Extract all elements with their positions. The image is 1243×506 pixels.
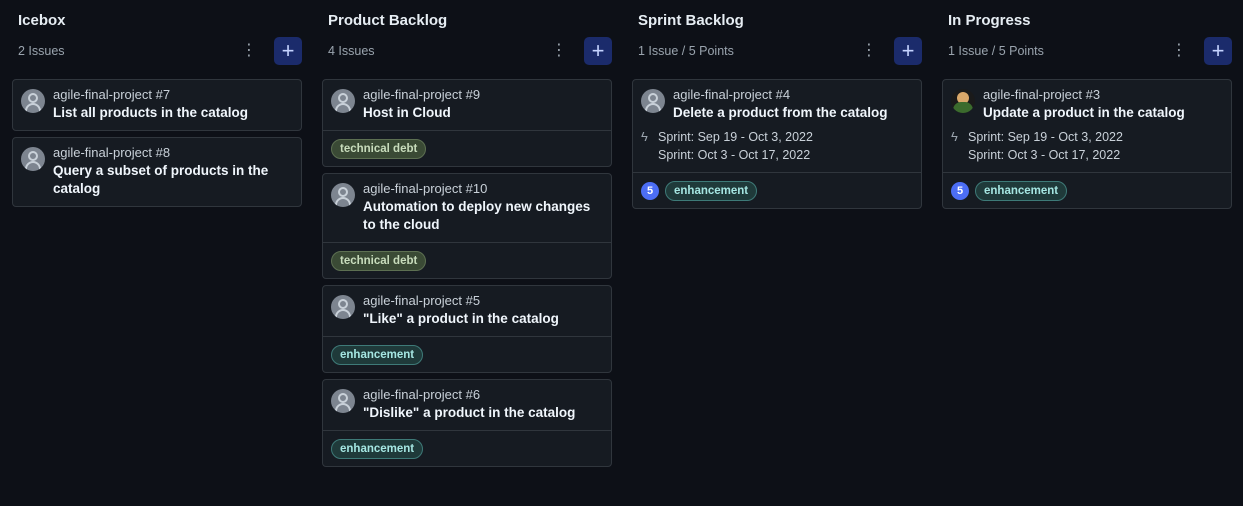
column-title: Icebox bbox=[18, 12, 66, 29]
issue-title[interactable]: Host in Cloud bbox=[363, 104, 603, 122]
avatar-icon bbox=[331, 183, 355, 207]
column-issue-count: 1 Issue / 5 Points bbox=[948, 44, 1044, 58]
issue-card[interactable]: agile-final-project #5 "Like" a product … bbox=[322, 285, 612, 373]
column-title: Product Backlog bbox=[328, 12, 448, 29]
issue-repo-number[interactable]: agile-final-project #7 bbox=[53, 87, 293, 103]
avatar-icon bbox=[331, 389, 355, 413]
issue-card[interactable]: agile-final-project #10 Automation to de… bbox=[322, 173, 612, 279]
column-product-backlog: Product Backlog 4 Issues ⋮ + agile-final… bbox=[322, 0, 612, 467]
issue-card[interactable]: agile-final-project #8 Query a subset of… bbox=[12, 137, 302, 207]
sprint-info: ϟ Sprint: Sep 19 - Oct 3, 2022 Sprint: O… bbox=[633, 128, 921, 172]
lightning-icon: ϟ bbox=[641, 129, 648, 144]
card-list: agile-final-project #4 Delete a product … bbox=[632, 79, 922, 209]
issue-title[interactable]: "Like" a product in the catalog bbox=[363, 310, 603, 328]
column-sprint-backlog: Sprint Backlog 1 Issue / 5 Points ⋮ + ag… bbox=[632, 0, 922, 467]
label-enhancement[interactable]: enhancement bbox=[665, 181, 758, 201]
story-points-badge: 5 bbox=[641, 182, 659, 200]
issue-title[interactable]: Query a subset of products in the catalo… bbox=[53, 162, 293, 198]
avatar-icon bbox=[331, 89, 355, 113]
label-enhancement[interactable]: enhancement bbox=[331, 439, 424, 459]
add-item-button[interactable]: + bbox=[274, 37, 302, 65]
column-issue-count: 2 Issues bbox=[18, 44, 65, 58]
issue-repo-number[interactable]: agile-final-project #5 bbox=[363, 293, 603, 309]
column-menu-icon[interactable]: ⋮ bbox=[860, 41, 878, 61]
add-item-button[interactable]: + bbox=[1204, 37, 1232, 65]
card-list: agile-final-project #3 Update a product … bbox=[942, 79, 1232, 209]
issue-card[interactable]: agile-final-project #4 Delete a product … bbox=[632, 79, 922, 209]
card-list: agile-final-project #7 List all products… bbox=[12, 79, 302, 207]
issue-repo-number[interactable]: agile-final-project #6 bbox=[363, 387, 603, 403]
column-header: In Progress 1 Issue / 5 Points ⋮ + bbox=[942, 0, 1232, 65]
issue-title[interactable]: List all products in the catalog bbox=[53, 104, 293, 122]
sprint-iteration: Sprint: Oct 3 - Oct 17, 2022 bbox=[968, 148, 1121, 162]
column-header: Icebox 2 Issues ⋮ + bbox=[12, 0, 302, 65]
label-technical-debt[interactable]: technical debt bbox=[331, 251, 427, 271]
column-header: Product Backlog 4 Issues ⋮ + bbox=[322, 0, 612, 65]
column-icebox: Icebox 2 Issues ⋮ + agile-final-project … bbox=[12, 0, 302, 467]
column-title: Sprint Backlog bbox=[638, 12, 744, 29]
issue-title[interactable]: Update a product in the catalog bbox=[983, 104, 1223, 122]
avatar-icon bbox=[331, 295, 355, 319]
avatar-icon bbox=[21, 89, 45, 113]
label-technical-debt[interactable]: technical debt bbox=[331, 139, 427, 159]
avatar-icon bbox=[21, 147, 45, 171]
label-enhancement[interactable]: enhancement bbox=[975, 181, 1068, 201]
project-board: Icebox 2 Issues ⋮ + agile-final-project … bbox=[0, 0, 1243, 467]
sprint-info: ϟ Sprint: Sep 19 - Oct 3, 2022 Sprint: O… bbox=[943, 128, 1231, 172]
issue-repo-number[interactable]: agile-final-project #4 bbox=[673, 87, 913, 103]
add-item-button[interactable]: + bbox=[584, 37, 612, 65]
column-in-progress: In Progress 1 Issue / 5 Points ⋮ + agile… bbox=[942, 0, 1232, 467]
issue-repo-number[interactable]: agile-final-project #8 bbox=[53, 145, 293, 161]
issue-repo-number[interactable]: agile-final-project #9 bbox=[363, 87, 603, 103]
column-menu-icon[interactable]: ⋮ bbox=[1170, 41, 1188, 61]
issue-card[interactable]: agile-final-project #6 "Dislike" a produ… bbox=[322, 379, 612, 467]
story-points-badge: 5 bbox=[951, 182, 969, 200]
issue-repo-number[interactable]: agile-final-project #3 bbox=[983, 87, 1223, 103]
add-item-button[interactable]: + bbox=[894, 37, 922, 65]
column-header: Sprint Backlog 1 Issue / 5 Points ⋮ + bbox=[632, 0, 922, 65]
column-issue-count: 1 Issue / 5 Points bbox=[638, 44, 734, 58]
label-enhancement[interactable]: enhancement bbox=[331, 345, 424, 365]
column-menu-icon[interactable]: ⋮ bbox=[240, 41, 258, 61]
issue-title[interactable]: Delete a product from the catalog bbox=[673, 104, 913, 122]
column-menu-icon[interactable]: ⋮ bbox=[550, 41, 568, 61]
user-avatar-photo bbox=[951, 89, 975, 113]
issue-title[interactable]: "Dislike" a product in the catalog bbox=[363, 404, 603, 422]
issue-title[interactable]: Automation to deploy new changes to the … bbox=[363, 198, 603, 234]
issue-card[interactable]: agile-final-project #7 List all products… bbox=[12, 79, 302, 131]
issue-repo-number[interactable]: agile-final-project #10 bbox=[363, 181, 603, 197]
issue-card[interactable]: agile-final-project #3 Update a product … bbox=[942, 79, 1232, 209]
sprint-iteration: Sprint: Sep 19 - Oct 3, 2022 bbox=[658, 130, 813, 144]
card-list: agile-final-project #9 Host in Cloud tec… bbox=[322, 79, 612, 467]
avatar-icon bbox=[641, 89, 665, 113]
lightning-icon: ϟ bbox=[951, 129, 958, 144]
sprint-iteration: Sprint: Oct 3 - Oct 17, 2022 bbox=[658, 148, 811, 162]
column-title: In Progress bbox=[948, 12, 1031, 29]
issue-card[interactable]: agile-final-project #9 Host in Cloud tec… bbox=[322, 79, 612, 167]
column-issue-count: 4 Issues bbox=[328, 44, 375, 58]
sprint-iteration: Sprint: Sep 19 - Oct 3, 2022 bbox=[968, 130, 1123, 144]
